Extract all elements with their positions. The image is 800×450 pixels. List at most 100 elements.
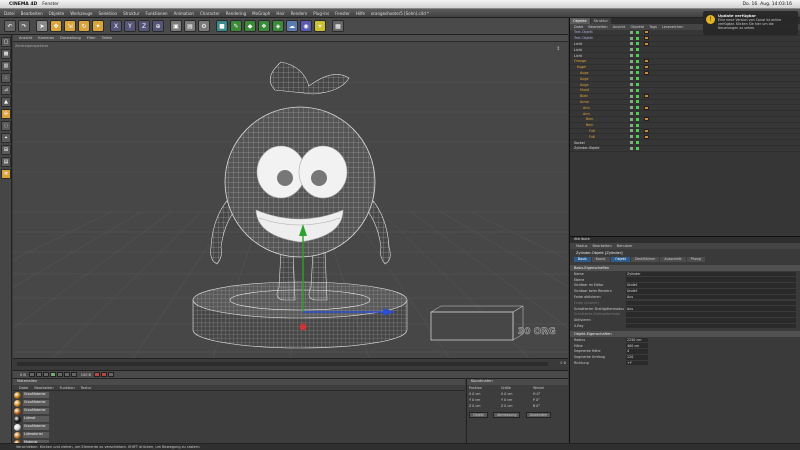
attribute-value[interactable] (626, 277, 796, 282)
enable-check-icon[interactable] (636, 129, 639, 133)
timeline[interactable]: 0 B (13, 358, 568, 370)
coordinate-field[interactable]: X 0 cm (501, 392, 533, 396)
viewport-menu-item[interactable]: Ansicht (19, 36, 32, 40)
array-icon[interactable]: ❖ (258, 20, 270, 32)
coordinate-field[interactable]: P 0° (533, 398, 565, 402)
visibility-dot-icon[interactable] (630, 36, 633, 40)
coord-mode-select[interactable]: Objekt (469, 412, 488, 418)
enable-check-icon[interactable] (636, 123, 639, 127)
tab-objects[interactable]: Objekte (570, 18, 590, 24)
start-frame-field[interactable]: 0 B (20, 373, 26, 377)
next-frame-icon[interactable] (56, 372, 63, 377)
pedestal-base[interactable] (192, 281, 408, 349)
visibility-dot-icon[interactable] (630, 42, 633, 46)
enable-check-icon[interactable] (636, 71, 639, 75)
visibility-dot-icon[interactable] (630, 146, 633, 150)
attribute-tab[interactable]: Ausschnitt (660, 257, 686, 262)
object-menu-item[interactable]: Ansicht (613, 25, 626, 29)
coordinate-field[interactable]: Z 0 cm (469, 404, 501, 408)
menu-item[interactable]: Rendering (226, 11, 246, 16)
apply-button[interactable]: Anwenden (525, 412, 552, 418)
layout-icon[interactable]: ▦ (332, 20, 344, 32)
scene-icon[interactable]: ☁ (286, 20, 298, 32)
material-tag-icon[interactable] (644, 70, 649, 75)
coord-size-mode-select[interactable]: Abmessung (493, 412, 521, 418)
materials-menu-item[interactable]: Funktion (60, 386, 75, 390)
menu-item[interactable]: Fenster (335, 11, 350, 16)
autokey-icon[interactable] (100, 372, 107, 377)
enable-check-icon[interactable] (636, 48, 639, 52)
end-frame-field[interactable]: 100 B (81, 373, 91, 377)
menu-item[interactable]: Character (200, 11, 220, 16)
attribute-value[interactable]: 120 (626, 355, 648, 360)
tweak-mode-icon[interactable]: ◌ (1, 121, 11, 131)
texture-mode-icon[interactable]: ▩ (1, 49, 11, 59)
menu-item[interactable]: Funktionen (145, 11, 167, 16)
material-item[interactable]: Lidmaterial (13, 431, 465, 439)
go-to-end-icon[interactable] (70, 372, 77, 377)
light-icon[interactable]: ☀ (314, 20, 326, 32)
attribute-value[interactable]: Zylinder (626, 271, 796, 277)
keyframe-selection-icon[interactable] (107, 372, 114, 377)
materials-menu-item[interactable]: Textur (81, 386, 92, 390)
select-arrow-icon[interactable]: ➤ (36, 20, 48, 32)
attribute-tab[interactable]: Basis (574, 257, 591, 262)
subdivision-icon[interactable]: ◆ (244, 20, 256, 32)
object-menu-item[interactable]: Objekte (631, 25, 645, 29)
camera-icon[interactable]: ◉ (300, 20, 312, 32)
visibility-dot-icon[interactable] (630, 48, 633, 52)
edges-mode-icon[interactable]: ⊿ (1, 85, 11, 95)
material-tag-icon[interactable] (644, 94, 649, 99)
axis-mode-icon[interactable]: ✣ (1, 109, 11, 119)
polygons-mode-icon[interactable]: ▲ (1, 97, 11, 107)
coordinate-field[interactable]: H 0° (533, 392, 565, 396)
record-icon[interactable] (93, 372, 100, 377)
next-key-icon[interactable] (63, 372, 70, 377)
visibility-dot-icon[interactable] (630, 83, 633, 87)
planar-workplane-icon[interactable]: ▤ (1, 157, 11, 167)
visibility-dot-icon[interactable] (630, 54, 633, 58)
visibility-dot-icon[interactable] (630, 71, 633, 75)
enable-check-icon[interactable] (636, 36, 639, 40)
attribute-value[interactable] (626, 318, 796, 323)
attribute-tab[interactable]: Koord. (591, 257, 611, 262)
menu-item[interactable]: Hilfe (356, 11, 365, 16)
materials-menu-item[interactable]: Bearbeiten (34, 386, 53, 390)
coordinate-field[interactable]: Y 0 cm (469, 398, 501, 402)
material-item[interactable]: GrauMaterial (13, 391, 465, 399)
go-to-start-icon[interactable] (28, 372, 35, 377)
clock[interactable]: Do. 16. Aug. 14:03:16 (743, 2, 792, 7)
material-tag-icon[interactable] (644, 30, 649, 35)
spline-pen-icon[interactable]: ✎ (230, 20, 242, 32)
attribute-value[interactable] (626, 323, 796, 329)
material-item[interactable]: GrauMaterial (13, 423, 465, 431)
menu-item[interactable]: Rendern (291, 11, 308, 16)
menu-item[interactable]: Werkzeuge (70, 11, 92, 16)
window-menu[interactable]: Fenster (42, 2, 59, 7)
viewport-menu-item[interactable]: Tafeln (102, 36, 113, 40)
menu-item[interactable]: Bearbeiten (21, 11, 43, 16)
render-settings-icon[interactable]: ⚙ (198, 20, 210, 32)
x-axis-icon[interactable]: X (110, 20, 122, 32)
material-tag-icon[interactable] (644, 65, 649, 70)
attribute-value[interactable] (626, 300, 796, 306)
attribute-value[interactable]: 4 (626, 349, 648, 354)
materials-menu-item[interactable]: Datei (19, 386, 28, 390)
visibility-dot-icon[interactable] (630, 100, 633, 104)
visibility-dot-icon[interactable] (630, 112, 633, 116)
attribute-value[interactable]: +Y (626, 360, 648, 366)
attribute-value[interactable]: Aus (626, 306, 796, 311)
sculpt-icon[interactable]: ✲ (1, 169, 11, 179)
object-menu-item[interactable]: Bearbeiten (588, 25, 607, 29)
visibility-dot-icon[interactable] (630, 65, 633, 69)
viewport-corner-icon[interactable]: ↕ (556, 46, 560, 52)
enable-check-icon[interactable] (636, 59, 639, 63)
prev-frame-icon[interactable] (42, 372, 49, 377)
attributes-menu-item[interactable]: Modus (576, 244, 587, 248)
visibility-dot-icon[interactable] (630, 129, 633, 133)
workplane-icon[interactable]: ▥ (1, 61, 11, 71)
object-menu-item[interactable]: Tags (649, 25, 657, 29)
coordinate-field[interactable]: X 0 cm (469, 392, 501, 396)
coordinate-field[interactable]: Y 0 cm (501, 398, 533, 402)
menu-item[interactable]: Plug-ins (313, 11, 329, 16)
